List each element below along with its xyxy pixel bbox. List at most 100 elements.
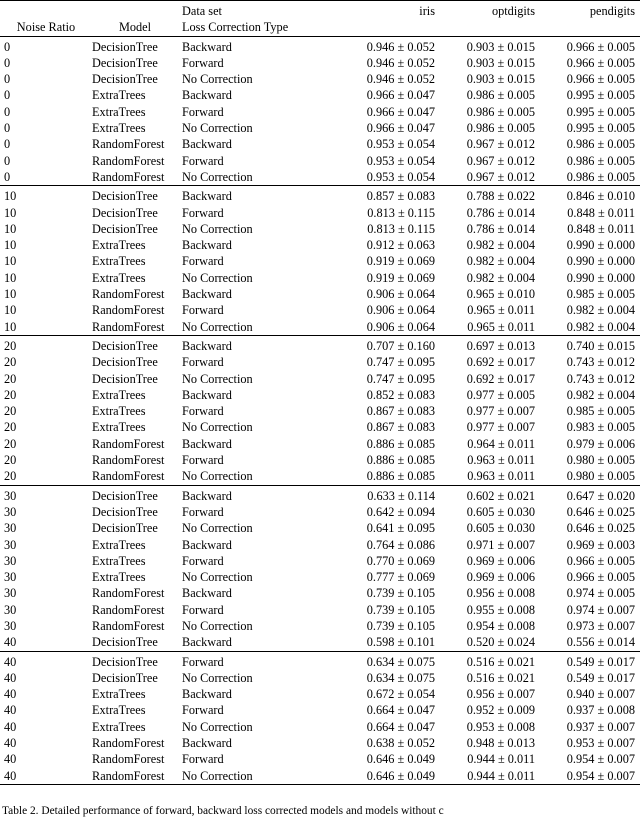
cell-loss-correction-type: No Correction xyxy=(182,719,253,734)
cell-loss-correction-type: Forward xyxy=(182,55,224,70)
cell-pendigits: 0.954 ± 0.007 xyxy=(566,752,635,767)
cell-iris: 0.598 ± 0.101 xyxy=(366,635,435,650)
cell-optdigits: 0.977 ± 0.007 xyxy=(466,420,535,435)
cell-optdigits: 0.963 ± 0.011 xyxy=(467,469,535,484)
header-col-loss-correction-type-label: Loss Correction Type xyxy=(182,20,289,35)
table-row: 40 ExtraTrees Backward 0.672 ± 0.054 0.956 ±… xyxy=(0,686,640,702)
cell-noise-ratio: 0 xyxy=(4,88,11,103)
cell-pendigits: 0.980 ± 0.005 xyxy=(566,453,635,468)
cell-noise-ratio: 40 xyxy=(4,768,17,783)
cell-pendigits: 0.953 ± 0.007 xyxy=(566,736,635,751)
cell-model: ExtraTrees xyxy=(92,537,146,552)
cell-pendigits: 0.937 ± 0.007 xyxy=(566,719,635,734)
cell-optdigits: 0.977 ± 0.005 xyxy=(466,387,535,402)
cell-iris: 0.946 ± 0.052 xyxy=(366,55,435,70)
cell-model: DecisionTree xyxy=(92,521,158,536)
cell-model: DecisionTree xyxy=(92,635,158,650)
cell-pendigits: 0.990 ± 0.000 xyxy=(566,238,635,253)
cell-noise-ratio: 30 xyxy=(4,521,17,536)
table-row: 0 DecisionTree No Correction 0.946 ± 0.052 0… xyxy=(0,71,640,87)
cell-pendigits: 0.846 ± 0.010 xyxy=(566,189,635,204)
cell-optdigits: 0.903 ± 0.015 xyxy=(466,55,535,70)
cell-noise-ratio: 40 xyxy=(4,635,17,650)
cell-iris: 0.906 ± 0.064 xyxy=(366,319,435,334)
cell-loss-correction-type: Backward xyxy=(182,189,232,204)
table-row: 30 DecisionTree Forward 0.642 ± 0.094 0.605 … xyxy=(0,504,640,520)
cell-iris: 0.953 ± 0.054 xyxy=(366,137,435,152)
cell-loss-correction-type: Forward xyxy=(182,602,224,617)
header-col-noise-ratio-label: Noise Ratio xyxy=(16,20,76,35)
cell-optdigits: 0.956 ± 0.008 xyxy=(466,586,535,601)
cell-model: ExtraTrees xyxy=(92,687,146,702)
cell-iris: 0.642 ± 0.094 xyxy=(366,504,435,519)
cell-noise-ratio: 20 xyxy=(4,436,17,451)
cell-pendigits: 0.549 ± 0.017 xyxy=(566,670,635,685)
cell-noise-ratio: 20 xyxy=(4,338,17,353)
cell-loss-correction-type: Backward xyxy=(182,586,232,601)
cell-model: ExtraTrees xyxy=(92,254,146,269)
header-dataset-label: Data set xyxy=(178,3,340,19)
cell-optdigits: 0.986 ± 0.005 xyxy=(466,121,535,136)
cell-model: DecisionTree xyxy=(92,55,158,70)
header-col-model: Model xyxy=(88,19,178,36)
cell-noise-ratio: 30 xyxy=(4,504,17,519)
table-row: 0 RandomForest Backward 0.953 ± 0.054 0.967 … xyxy=(0,136,640,152)
header-col-iris: iris xyxy=(340,3,440,19)
cell-optdigits: 0.516 ± 0.021 xyxy=(466,654,535,669)
cell-model: ExtraTrees xyxy=(92,553,146,568)
cell-optdigits: 0.963 ± 0.011 xyxy=(467,453,535,468)
cell-model: DecisionTree xyxy=(92,189,158,204)
cell-optdigits: 0.944 ± 0.011 xyxy=(467,768,535,783)
cell-loss-correction-type: Forward xyxy=(182,752,224,767)
cell-model: RandomForest xyxy=(92,602,165,617)
table-row: 10 ExtraTrees Forward 0.919 ± 0.069 0.982 ± … xyxy=(0,253,640,269)
cell-optdigits: 0.965 ± 0.011 xyxy=(467,319,535,334)
table-row: 30 ExtraTrees No Correction 0.777 ± 0.069 0.… xyxy=(0,569,640,585)
table-row: 0 ExtraTrees Forward 0.966 ± 0.047 0.986 ± 0… xyxy=(0,104,640,120)
cell-iris: 0.739 ± 0.105 xyxy=(366,586,435,601)
cell-model: RandomForest xyxy=(92,469,165,484)
cell-pendigits: 0.549 ± 0.017 xyxy=(566,654,635,669)
cell-model: ExtraTrees xyxy=(92,404,146,419)
cell-noise-ratio: 0 xyxy=(4,153,11,168)
header-pendigits-spacer xyxy=(540,19,640,36)
table-row: 30 RandomForest No Correction 0.739 ± 0.105… xyxy=(0,618,640,634)
cell-optdigits: 0.697 ± 0.013 xyxy=(466,338,535,353)
cell-iris: 0.867 ± 0.083 xyxy=(366,404,435,419)
table-row: 40 RandomForest No Correction 0.646 ± 0.049… xyxy=(0,768,640,785)
cell-noise-ratio: 30 xyxy=(4,586,17,601)
cell-iris: 0.852 ± 0.083 xyxy=(366,387,435,402)
cell-iris: 0.966 ± 0.047 xyxy=(366,104,435,119)
table-row: 10 RandomForest Backward 0.906 ± 0.064 0.965… xyxy=(0,286,640,302)
table-row: 30 DecisionTree No Correction 0.641 ± 0.095… xyxy=(0,520,640,536)
cell-iris: 0.906 ± 0.064 xyxy=(366,287,435,302)
cell-noise-ratio: 40 xyxy=(4,670,17,685)
cell-noise-ratio: 10 xyxy=(4,287,17,302)
cell-loss-correction-type: Backward xyxy=(182,39,232,54)
cell-iris: 0.946 ± 0.052 xyxy=(366,39,435,54)
cell-noise-ratio: 30 xyxy=(4,488,17,503)
cell-iris: 0.946 ± 0.052 xyxy=(366,72,435,87)
cell-loss-correction-type: No Correction xyxy=(182,670,253,685)
cell-loss-correction-type: No Correction xyxy=(182,121,253,136)
cell-model: DecisionTree xyxy=(92,205,158,220)
cell-optdigits: 0.965 ± 0.011 xyxy=(467,303,535,318)
cell-model: DecisionTree xyxy=(92,355,158,370)
cell-iris: 0.747 ± 0.095 xyxy=(366,355,435,370)
cell-pendigits: 0.937 ± 0.008 xyxy=(566,703,635,718)
header-col-iris-label: iris xyxy=(419,4,435,18)
cell-pendigits: 0.740 ± 0.015 xyxy=(566,338,635,353)
cell-loss-correction-type: Backward xyxy=(182,88,232,103)
cell-noise-ratio: 0 xyxy=(4,104,11,119)
cell-noise-ratio: 30 xyxy=(4,570,17,585)
cell-iris: 0.739 ± 0.105 xyxy=(366,602,435,617)
cell-pendigits: 0.966 ± 0.005 xyxy=(566,39,635,54)
header-col-optdigits-label: optdigits xyxy=(491,4,535,18)
cell-model: RandomForest xyxy=(92,586,165,601)
cell-optdigits: 0.967 ± 0.012 xyxy=(466,137,535,152)
table-row: 10 DecisionTree Forward 0.813 ± 0.115 0.786 … xyxy=(0,205,640,221)
cell-pendigits: 0.974 ± 0.007 xyxy=(566,602,635,617)
cell-optdigits: 0.903 ± 0.015 xyxy=(466,72,535,87)
cell-loss-correction-type: Backward xyxy=(182,736,232,751)
table-row: 20 ExtraTrees Backward 0.852 ± 0.083 0.977 ±… xyxy=(0,387,640,403)
